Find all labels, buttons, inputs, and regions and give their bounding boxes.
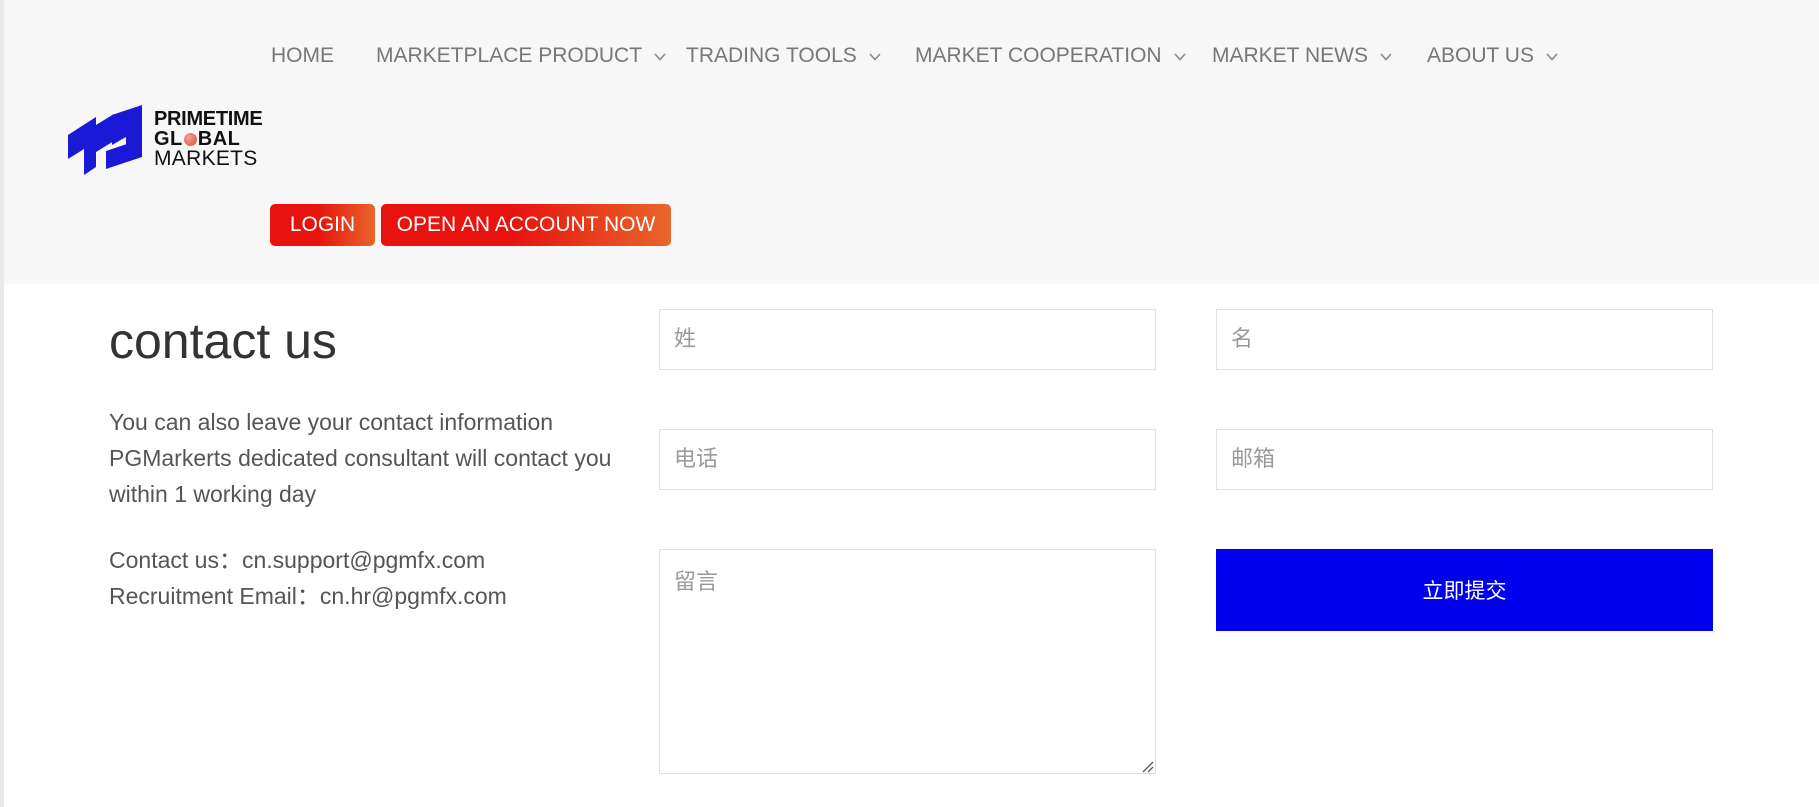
logo-line-1: PRIMETIME bbox=[154, 108, 263, 130]
chevron-down-icon bbox=[1174, 53, 1186, 61]
nav-item-about-us[interactable]: ABOUT US bbox=[1427, 44, 1558, 68]
chevron-down-icon bbox=[1546, 53, 1558, 61]
contact-description: You can also leave your contact informat… bbox=[109, 409, 612, 507]
logo-mark-icon bbox=[68, 105, 142, 175]
nav-item-label: MARKET NEWS bbox=[1212, 44, 1368, 67]
nav-item-home[interactable]: HOME bbox=[271, 44, 334, 68]
nav-item-label: HOME bbox=[271, 44, 334, 67]
chevron-down-icon bbox=[1380, 53, 1392, 61]
email-field[interactable] bbox=[1216, 429, 1713, 490]
nav-item-label: MARKETPLACE PRODUCT bbox=[376, 44, 643, 67]
nav-item-market-news[interactable]: MARKET NEWS bbox=[1212, 44, 1392, 68]
page-title: contact us bbox=[109, 313, 337, 369]
logo-line-3: MARKETS bbox=[154, 147, 258, 170]
nav-item-label: TRADING TOOLS bbox=[686, 44, 857, 67]
nav-item-label: MARKET COOPERATION bbox=[915, 44, 1162, 67]
support-email: Contact us：cn.support@pgmfx.com bbox=[109, 547, 486, 573]
nav-item-market-cooperation[interactable]: MARKET COOPERATION bbox=[915, 44, 1186, 68]
chevron-down-icon bbox=[869, 53, 881, 61]
submit-button[interactable]: 立即提交 bbox=[1216, 549, 1713, 631]
nav-item-trading-tools[interactable]: TRADING TOOLS bbox=[686, 44, 881, 68]
phone-field[interactable] bbox=[659, 429, 1156, 490]
logo-line-2: GL BAL bbox=[154, 129, 262, 149]
message-field[interactable] bbox=[659, 549, 1156, 774]
brand-logo[interactable]: PRIMETIME GL BAL MARKETS bbox=[68, 105, 278, 181]
surname-field[interactable] bbox=[659, 309, 1156, 370]
recruitment-email: Recruitment Email：cn.hr@pgmfx.com bbox=[109, 583, 507, 609]
open-account-button[interactable]: OPEN AN ACCOUNT NOW bbox=[381, 204, 671, 246]
contact-emails: Contact us：cn.support@pgmfx.com Recruitm… bbox=[109, 542, 507, 614]
site-header: HOME MARKETPLACE PRODUCT TRADING TOOLS M… bbox=[4, 0, 1819, 284]
logo-wordmark: PRIMETIME GL BAL MARKETS bbox=[154, 108, 263, 170]
resize-handle-icon[interactable] bbox=[1140, 759, 1154, 773]
login-button[interactable]: LOGIN bbox=[270, 204, 375, 246]
name-field[interactable] bbox=[1216, 309, 1713, 370]
nav-item-marketplace-product[interactable]: MARKETPLACE PRODUCT bbox=[376, 44, 666, 68]
globe-icon bbox=[183, 133, 197, 146]
nav-item-label: ABOUT US bbox=[1427, 44, 1534, 67]
chevron-down-icon bbox=[654, 53, 666, 61]
